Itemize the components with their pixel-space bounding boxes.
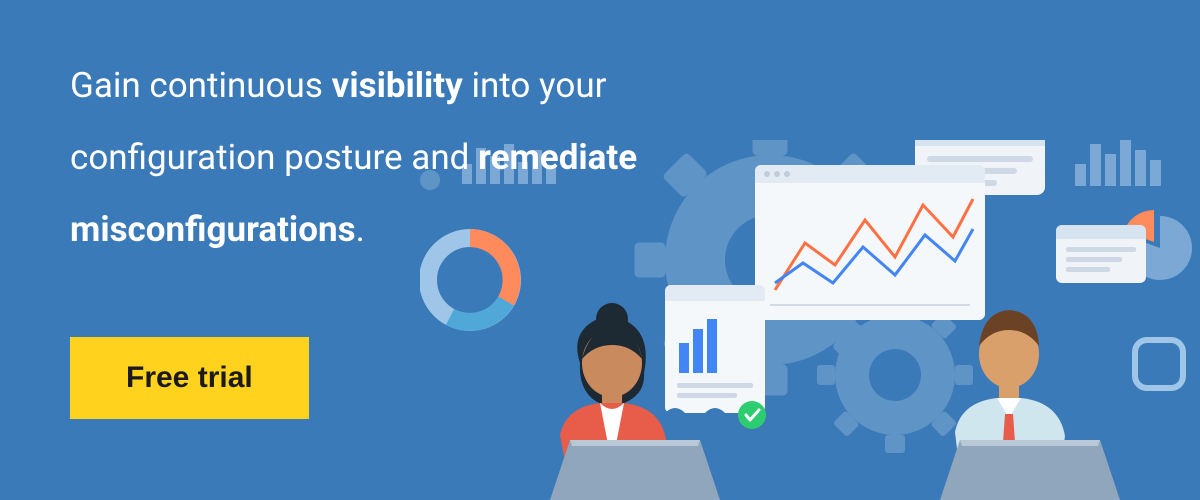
- heading-part3: .: [356, 209, 365, 250]
- line-chart-icon: [775, 229, 973, 283]
- dialog-box-icon: [1056, 225, 1146, 283]
- promo-content: Gain continuous visibility into your con…: [70, 50, 730, 419]
- dashboard-icon: [755, 165, 985, 320]
- laptop-icon: [940, 440, 1120, 500]
- heading-bold1: visibility: [332, 65, 463, 106]
- gear-icon: [817, 297, 973, 453]
- bar-chart-icon: [1075, 140, 1161, 186]
- rounded-square-icon: [1135, 340, 1183, 388]
- free-trial-button[interactable]: Free trial: [70, 337, 309, 419]
- checkmark-badge-icon: [738, 401, 766, 429]
- pie-chart-icon: [1124, 210, 1192, 280]
- heading-part1: Gain continuous: [70, 65, 332, 106]
- dialog-box-icon: [915, 140, 1045, 195]
- person-man-illustration: [955, 310, 1065, 500]
- line-chart-icon: [775, 199, 973, 290]
- laptop-icon: [550, 440, 720, 500]
- promo-heading: Gain continuous visibility into your con…: [70, 50, 730, 265]
